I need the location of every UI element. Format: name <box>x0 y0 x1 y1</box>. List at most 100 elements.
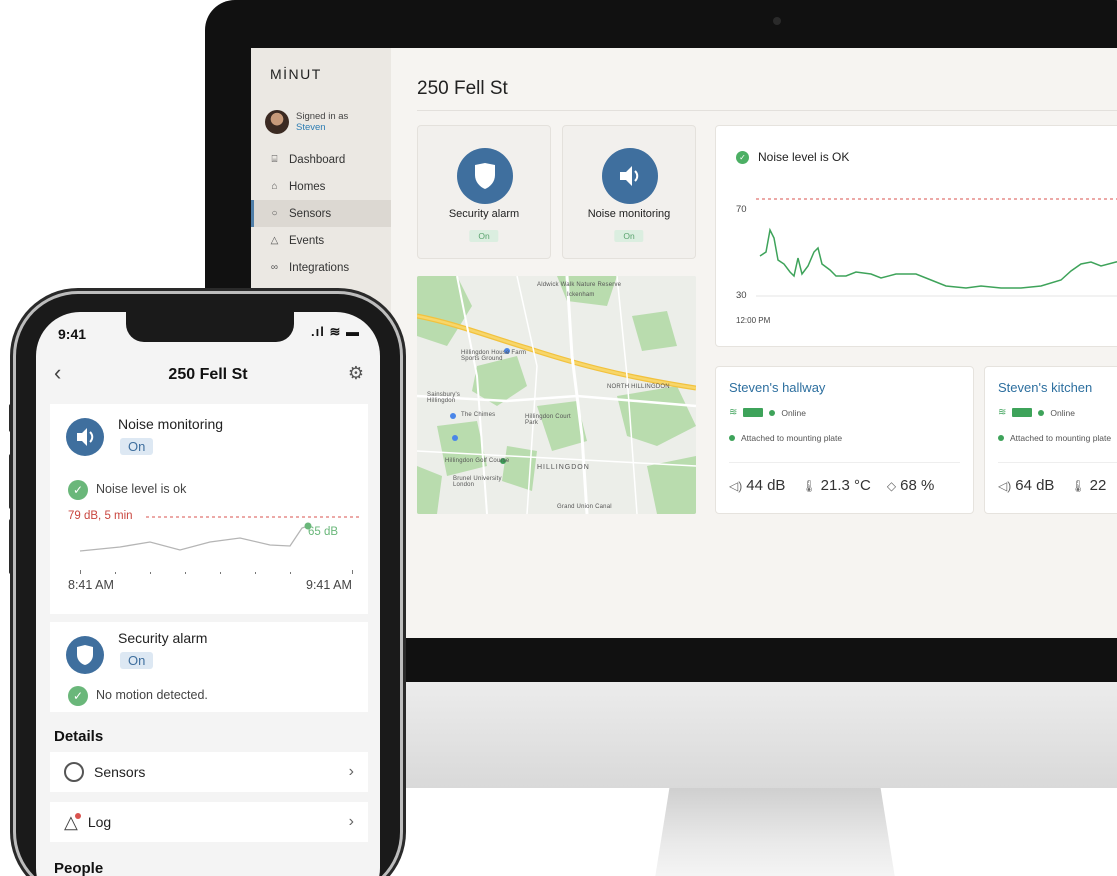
sensors-row[interactable]: Sensors › <box>50 752 368 792</box>
sidebar-item-label: Dashboard <box>289 153 346 166</box>
sensor-icon: ○ <box>271 208 278 219</box>
gear-icon[interactable]: ⚙ <box>348 363 364 384</box>
home-icon: ⌂ <box>271 181 278 192</box>
status-bar-time: 9:41 <box>58 326 87 342</box>
map-label: Hillingdon Golf Course <box>445 458 510 464</box>
noise-series-line <box>79 525 309 552</box>
status-badge: On <box>469 230 499 242</box>
online-dot-icon <box>769 409 776 416</box>
device-metrics: ◁) 44 dB 🌡 21.3 °C ◇ 68 % <box>729 477 934 494</box>
notch <box>126 312 294 342</box>
map-label: Grand Union Canal <box>557 504 612 510</box>
motion-status-text: No motion detected. <box>96 688 208 702</box>
device-name: Steven's hallway <box>729 380 826 395</box>
thermometer-icon: 🌡 <box>1070 479 1086 493</box>
page-title: 250 Fell St <box>417 78 508 99</box>
marketing-composite: MİNUT Signed in as Steven ⌸ Dashboard ⌂ <box>0 0 1117 876</box>
status-dot-icon <box>729 435 735 441</box>
security-alarm-section[interactable]: Security alarm On ✓ No motion detected. <box>50 622 368 712</box>
sound-icon: ◁) <box>729 479 743 493</box>
device-name: Steven's kitchen <box>998 380 1093 395</box>
status-badge: On <box>120 652 154 669</box>
battery-icon <box>743 408 764 417</box>
noise-value: 64 dB <box>1015 477 1055 494</box>
people-header: People <box>54 860 104 876</box>
map-label: Ickenham <box>567 292 595 298</box>
device-card[interactable]: Steven's kitchen ≋ Online Attached to mo… <box>984 366 1117 514</box>
sidebar-item-homes[interactable]: ⌂ Homes <box>251 173 391 200</box>
log-row[interactable]: △ Log › <box>50 802 368 842</box>
noise-value: 44 dB <box>746 477 786 494</box>
device-connectivity: ≋ Online <box>998 407 1075 418</box>
security-alarm-card[interactable]: Security alarm On <box>417 125 551 259</box>
mount-status: Attached to mounting plate <box>741 433 843 443</box>
sidebar-item-events[interactable]: △ Events <box>251 227 391 254</box>
x-axis-start-label: 8:41 AM <box>68 578 114 592</box>
map-label: HILLINGDON <box>537 464 590 471</box>
location-map[interactable]: Aldwick Walk Nature Reserve Ickenham Hil… <box>417 276 696 514</box>
map-label: NORTH HILLINGDON <box>607 384 670 390</box>
noise-series-line <box>759 227 1117 289</box>
mobile-phone: 9:41 .ıl ≋ ▬ ‹ 250 Fell St ⚙ Noise monit… <box>9 294 400 876</box>
map-label: The Chimes <box>461 412 496 418</box>
bell-icon: △ <box>270 235 279 246</box>
speaker-icon <box>602 148 658 204</box>
brand-logo[interactable]: MİNUT <box>270 66 322 82</box>
device-metrics: ◁) 64 dB 🌡 22 <box>998 477 1106 494</box>
device-connectivity: ≋ Online <box>729 407 806 418</box>
noise-monitoring-section[interactable]: Noise monitoring On ✓ Noise level is ok … <box>50 404 368 614</box>
mode-label: Security alarm <box>448 208 520 220</box>
sidebar-item-integrations[interactable]: ∞ Integrations <box>251 254 391 281</box>
sidebar-item-label: Events <box>289 234 325 247</box>
sidebar-item-sensors[interactable]: ○ Sensors <box>251 200 391 227</box>
device-mount: Attached to mounting plate <box>998 433 1111 443</box>
chevron-right-icon: › <box>348 813 354 830</box>
sound-icon: ◁) <box>998 479 1012 493</box>
main-content: 250 Fell St Security alarm On Noise moni… <box>391 48 1117 638</box>
map-label: Sainsbury's Hillingdon <box>427 392 461 404</box>
map-label: Aldwick Walk Nature Reserve <box>537 282 622 288</box>
signed-in-label: Signed in as <box>296 111 349 122</box>
row-label: Log <box>87 814 112 830</box>
temperature-value: 21.3 °C <box>820 477 871 494</box>
signal-wifi-battery-icon: .ıl ≋ ▬ <box>311 324 360 339</box>
shield-icon <box>66 636 104 674</box>
user-profile[interactable]: Signed in as Steven <box>265 110 348 134</box>
battery-icon <box>1012 408 1033 417</box>
chevron-right-icon: › <box>348 763 354 780</box>
sidebar-item-dashboard[interactable]: ⌸ Dashboard <box>251 146 391 173</box>
noise-line-chart <box>756 198 1117 297</box>
sidebar-item-label: Sensors <box>289 207 332 220</box>
sidebar-item-label: Homes <box>289 180 326 193</box>
online-status: Online <box>1050 407 1075 418</box>
row-label: Sensors <box>94 764 146 780</box>
shield-icon <box>457 148 513 204</box>
camera-icon <box>773 17 781 25</box>
link-icon: ∞ <box>270 262 279 273</box>
mode-label: Noise monitoring <box>587 208 671 220</box>
volume-down-button <box>9 519 13 574</box>
page-title: 250 Fell St <box>168 366 248 383</box>
device-card[interactable]: Steven's hallway ≋ Online Attached to mo… <box>715 366 974 514</box>
status-dot-icon <box>998 435 1004 441</box>
mount-status: Attached to mounting plate <box>1010 433 1112 443</box>
wifi-icon: ≋ <box>729 407 738 418</box>
avatar <box>265 110 289 134</box>
current-point <box>304 522 312 530</box>
online-dot-icon <box>1038 409 1045 416</box>
user-name: Steven <box>296 122 326 133</box>
humidity-value: 68 % <box>900 477 935 494</box>
thermometer-icon: 🌡 <box>801 479 817 493</box>
status-badge: On <box>614 230 644 242</box>
humidity-icon: ◇ <box>886 479 897 493</box>
noise-monitoring-card[interactable]: Noise monitoring On <box>562 125 696 259</box>
map-label: Brunel University London <box>453 476 502 488</box>
mute-switch <box>9 404 13 432</box>
mobile-app: 9:41 .ıl ≋ ▬ ‹ 250 Fell St ⚙ Noise monit… <box>36 312 380 876</box>
device-mount: Attached to mounting plate <box>729 433 842 443</box>
map-label: Hillingdon House Farm Sports Ground <box>461 350 527 362</box>
x-axis-end-label: 9:41 AM <box>306 578 352 592</box>
monitor-stand <box>655 788 895 876</box>
dashboard-icon: ⌸ <box>271 154 278 165</box>
divider <box>417 110 1117 111</box>
